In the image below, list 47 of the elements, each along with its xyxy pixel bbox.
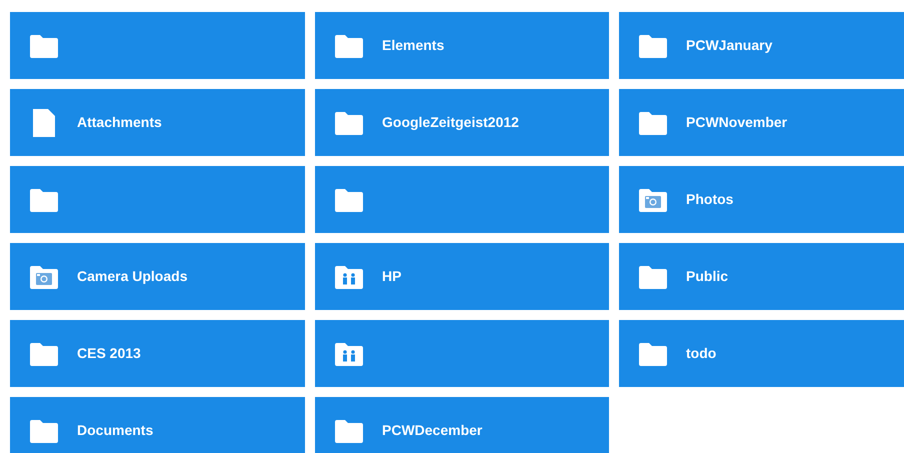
folder-name: PCWNovember — [686, 113, 788, 132]
folder-icon — [638, 264, 666, 288]
folder-tile[interactable]: Elements — [315, 12, 609, 79]
folder-icon — [334, 188, 362, 212]
folder-tile[interactable]: GoogleZeitgeist2012 — [315, 89, 609, 156]
folder-tile[interactable]: Camera Uploads — [10, 243, 305, 310]
folder-tile[interactable]: PCWNovember — [619, 89, 904, 156]
folder-tile[interactable] — [315, 320, 609, 387]
folder-name: Photos — [686, 190, 734, 209]
people-folder-icon — [334, 264, 362, 288]
folder-tile[interactable]: CES 2013 — [10, 320, 305, 387]
folder-icon — [30, 418, 58, 442]
folder-tile[interactable]: Public — [619, 243, 904, 310]
folder-name: HP — [382, 267, 402, 286]
folder-icon — [30, 188, 58, 212]
folder-icon — [638, 342, 666, 366]
folder-tile[interactable]: PCWDecember — [315, 397, 609, 453]
folder-tile[interactable]: Photos — [619, 166, 904, 233]
folder-name: CES 2013 — [77, 344, 141, 363]
folder-icon — [334, 418, 362, 442]
folder-icon — [638, 34, 666, 58]
people-folder-icon — [334, 342, 362, 366]
camera-folder-icon — [30, 264, 58, 288]
folder-name: Public — [686, 267, 728, 286]
folder-name: Attachments — [77, 113, 162, 132]
folder-name: PCWJanuary — [686, 36, 772, 55]
camera-folder-icon — [638, 188, 666, 212]
folder-tile[interactable] — [10, 166, 305, 233]
folder-icon — [334, 34, 362, 58]
folder-tile[interactable]: Documents — [10, 397, 305, 453]
folder-icon — [638, 110, 666, 134]
folder-name: GoogleZeitgeist2012 — [382, 113, 519, 132]
folder-tile[interactable]: HP — [315, 243, 609, 310]
folder-icon — [30, 342, 58, 366]
folder-name: todo — [686, 344, 716, 363]
folder-tile[interactable]: todo — [619, 320, 904, 387]
folder-name: Documents — [77, 421, 154, 440]
folder-tile[interactable] — [315, 166, 609, 233]
folder-icon — [334, 110, 362, 134]
folder-name: Elements — [382, 36, 444, 55]
folder-tile[interactable] — [10, 12, 305, 79]
folder-name: Camera Uploads — [77, 267, 188, 286]
folder-tile[interactable]: Attachments — [10, 89, 305, 156]
folder-name: PCWDecember — [382, 421, 482, 440]
file-icon — [32, 108, 54, 136]
folder-icon — [30, 34, 58, 58]
folder-tile[interactable]: PCWJanuary — [619, 12, 904, 79]
